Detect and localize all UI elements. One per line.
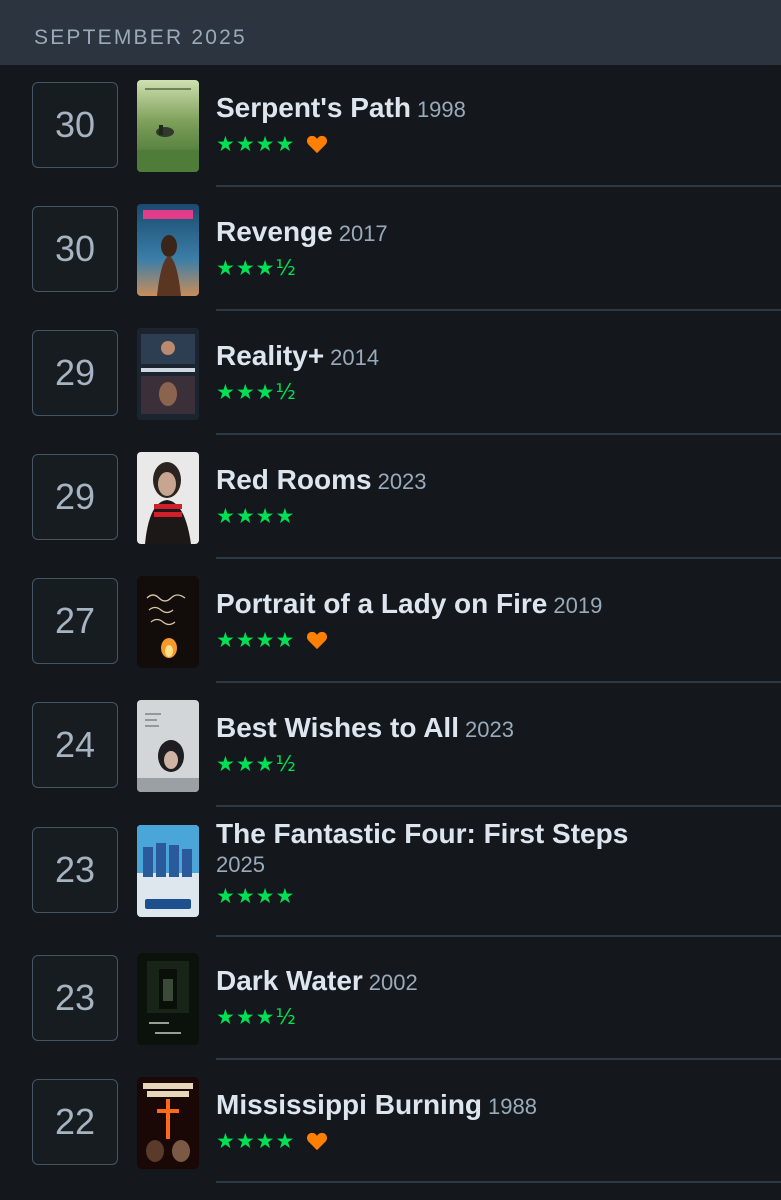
entry-info: Serpent's Path 1998 ★★★★: [216, 91, 756, 157]
film-year[interactable]: 2023: [465, 717, 514, 742]
row-divider: [216, 935, 781, 937]
film-poster[interactable]: [137, 80, 199, 172]
day-box[interactable]: 23: [32, 955, 118, 1041]
star-rating: ★★★½: [216, 256, 297, 280]
film-title[interactable]: The Fantastic Four: First Steps: [216, 818, 628, 849]
film-year[interactable]: 2002: [369, 970, 418, 995]
film-year[interactable]: 2019: [553, 593, 602, 618]
row-divider: [216, 681, 781, 683]
entry-info: The Fantastic Four: First Steps 2025 ★★★★: [216, 817, 756, 909]
day-box[interactable]: 30: [32, 82, 118, 168]
film-title[interactable]: Dark Water: [216, 965, 363, 996]
entry-info: Red Rooms 2023 ★★★★: [216, 463, 756, 529]
film-poster[interactable]: [137, 825, 199, 917]
heart-icon: [307, 135, 328, 154]
row-divider: [216, 805, 781, 807]
day-box[interactable]: 29: [32, 330, 118, 416]
film-poster[interactable]: [137, 1077, 199, 1169]
entry-info: Best Wishes to All 2023 ★★★½: [216, 711, 756, 777]
star-rating: ★★★★: [216, 1129, 296, 1153]
star-rating: ★★★½: [216, 1005, 297, 1029]
month-label: SEPTEMBER 2025: [34, 26, 247, 49]
row-divider: [216, 1058, 781, 1060]
film-title[interactable]: Reality+: [216, 340, 324, 371]
film-poster[interactable]: [137, 953, 199, 1045]
day-box[interactable]: 22: [32, 1079, 118, 1165]
day-box[interactable]: 30: [32, 206, 118, 292]
day-box[interactable]: 24: [32, 702, 118, 788]
star-rating: ★★★★: [216, 628, 296, 652]
star-rating: ★★★★: [216, 884, 296, 908]
film-title[interactable]: Best Wishes to All: [216, 712, 459, 743]
film-year[interactable]: 2017: [339, 221, 388, 246]
heart-icon: [307, 631, 328, 650]
entry-info: Revenge 2017 ★★★½: [216, 215, 756, 281]
star-rating: ★★★½: [216, 380, 297, 404]
entry-info: Mississippi Burning 1988 ★★★★: [216, 1088, 756, 1154]
row-divider: [216, 557, 781, 559]
row-divider: [216, 1181, 781, 1183]
film-year[interactable]: 2025: [216, 851, 756, 879]
film-poster[interactable]: [137, 204, 199, 296]
day-box[interactable]: 27: [32, 578, 118, 664]
film-title[interactable]: Revenge: [216, 216, 333, 247]
day-box[interactable]: 23: [32, 827, 118, 913]
heart-icon: [307, 1132, 328, 1151]
film-title[interactable]: Serpent's Path: [216, 92, 411, 123]
film-title[interactable]: Portrait of a Lady on Fire: [216, 588, 547, 619]
day-box[interactable]: 29: [32, 454, 118, 540]
film-title[interactable]: Red Rooms: [216, 464, 372, 495]
entry-info: Reality+ 2014 ★★★½: [216, 339, 756, 405]
film-poster[interactable]: [137, 576, 199, 668]
star-rating: ★★★½: [216, 752, 297, 776]
film-year[interactable]: 1998: [417, 97, 466, 122]
row-divider: [216, 433, 781, 435]
film-poster[interactable]: [137, 328, 199, 420]
film-year[interactable]: 1988: [488, 1094, 537, 1119]
entry-info: Dark Water 2002 ★★★½: [216, 964, 756, 1030]
film-year[interactable]: 2023: [378, 469, 427, 494]
film-poster[interactable]: [137, 452, 199, 544]
star-rating: ★★★★: [216, 504, 296, 528]
film-poster[interactable]: [137, 700, 199, 792]
star-rating: ★★★★: [216, 132, 296, 156]
row-divider: [216, 309, 781, 311]
film-title[interactable]: Mississippi Burning: [216, 1089, 482, 1120]
month-header: SEPTEMBER 2025: [0, 0, 781, 65]
entry-info: Portrait of a Lady on Fire 2019 ★★★★: [216, 587, 756, 653]
film-year[interactable]: 2014: [330, 345, 379, 370]
row-divider: [216, 185, 781, 187]
